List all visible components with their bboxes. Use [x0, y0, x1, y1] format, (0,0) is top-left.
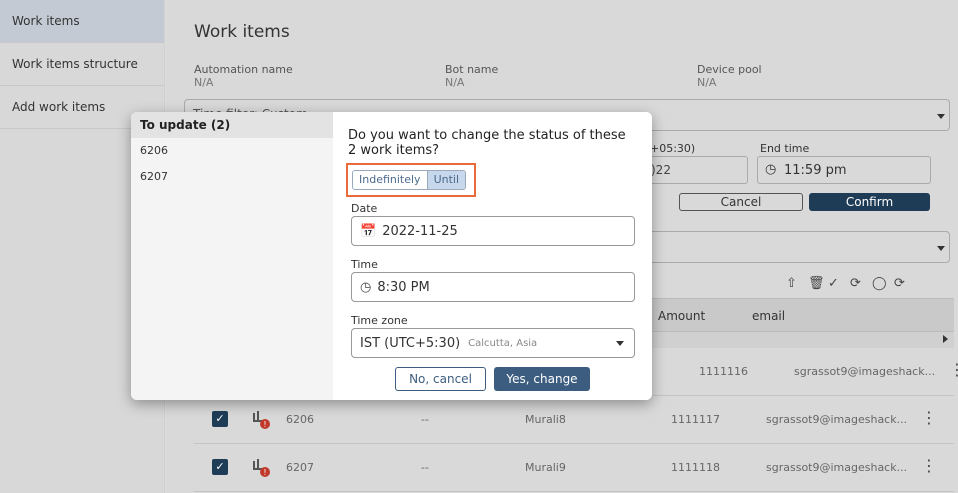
- to-update-item: 6207: [140, 170, 168, 183]
- no-cancel-button[interactable]: No, cancel: [395, 367, 486, 391]
- status-form: Do you want to change the status of thes…: [333, 112, 652, 400]
- timezone-partial-label: +05:30): [650, 142, 696, 155]
- meta-bot-name: Bot name N/A: [445, 63, 499, 89]
- option-until[interactable]: Until: [426, 171, 466, 189]
- sidebar-item-label: Work items structure: [12, 57, 138, 71]
- toggle-columns-icon[interactable]: ◯: [872, 276, 887, 291]
- clock-icon: ◷: [765, 162, 777, 177]
- chevron-down-icon: [937, 114, 945, 119]
- modal-question: Do you want to change the status of thes…: [348, 128, 626, 158]
- timezone-label: Time zone: [351, 314, 408, 327]
- svg-text:!: !: [263, 468, 266, 477]
- scroll-strip: [650, 332, 954, 348]
- to-update-panel: To update (2) 6206 6207: [131, 112, 333, 400]
- duration-toggle-highlight: Indefinitely Until: [346, 163, 476, 197]
- clock-icon: ◷: [360, 279, 372, 295]
- end-time-label: End time: [760, 142, 810, 155]
- calendar-icon: 📅: [360, 223, 377, 239]
- chevron-down-icon: [616, 341, 624, 346]
- meta-automation-name: Automation name N/A: [194, 63, 293, 89]
- yes-change-button[interactable]: Yes, change: [494, 367, 590, 391]
- row-menu-icon[interactable]: ⋮: [921, 456, 937, 475]
- date-field[interactable]: 📅 2022-11-25: [351, 216, 635, 246]
- time-label: Time: [351, 258, 378, 271]
- mark-complete-icon[interactable]: ✓: [828, 276, 839, 291]
- to-update-title: To update (2): [131, 112, 333, 138]
- row-checkbox[interactable]: ✓: [212, 411, 228, 427]
- to-update-item: 6206: [140, 144, 168, 157]
- row-menu-icon[interactable]: ⋮: [949, 360, 958, 379]
- row-checkbox[interactable]: ✓: [212, 459, 228, 475]
- table-row[interactable]: ✓ ! 6207 -- Murali9 1111118 sgrassot9@im…: [194, 445, 954, 492]
- time-field[interactable]: ◷ 8:30 PM: [351, 272, 635, 302]
- filter-confirm-button[interactable]: Confirm: [809, 193, 930, 211]
- option-indefinitely[interactable]: Indefinitely: [353, 171, 427, 189]
- chevron-down-icon: [937, 246, 945, 251]
- change-status-modal: To update (2) 6206 6207 Do you want to c…: [131, 112, 652, 400]
- refresh-icon[interactable]: ⟳: [894, 276, 905, 291]
- row-menu-icon[interactable]: ⋮: [921, 408, 937, 427]
- filter-cancel-button[interactable]: Cancel: [679, 193, 803, 211]
- column-header-email[interactable]: email: [752, 309, 785, 323]
- table-row[interactable]: ✓ ! 6206 -- Murali8 1111117 sgrassot9@im…: [194, 397, 954, 444]
- meta-device-pool: Device pool N/A: [697, 63, 762, 89]
- bot-error-icon: !: [253, 411, 270, 429]
- sidebar-item-work-items-structure[interactable]: Work items structure: [0, 43, 164, 86]
- date-label: Date: [351, 202, 378, 215]
- sidebar-item-label: Work items: [12, 14, 80, 28]
- bot-error-icon: !: [253, 459, 270, 477]
- delete-icon[interactable]: 🗑: [808, 276, 825, 291]
- timezone-select[interactable]: IST (UTC+5:30) Calcutta, Asia: [351, 328, 635, 358]
- retry-icon[interactable]: ⟳: [850, 276, 861, 291]
- end-time-field[interactable]: ◷ 11:59 pm: [757, 156, 931, 184]
- column-header-amount[interactable]: Amount: [658, 309, 705, 323]
- chevron-right-icon[interactable]: [943, 335, 948, 343]
- duration-toggle: Indefinitely Until: [352, 170, 467, 190]
- svg-text:!: !: [263, 420, 266, 429]
- export-icon[interactable]: ⇧: [786, 276, 797, 291]
- sidebar-item-work-items[interactable]: Work items: [0, 0, 164, 43]
- page-title: Work items: [194, 22, 290, 42]
- table-header: Amount email: [650, 298, 954, 332]
- sidebar-item-label: Add work items: [12, 100, 106, 114]
